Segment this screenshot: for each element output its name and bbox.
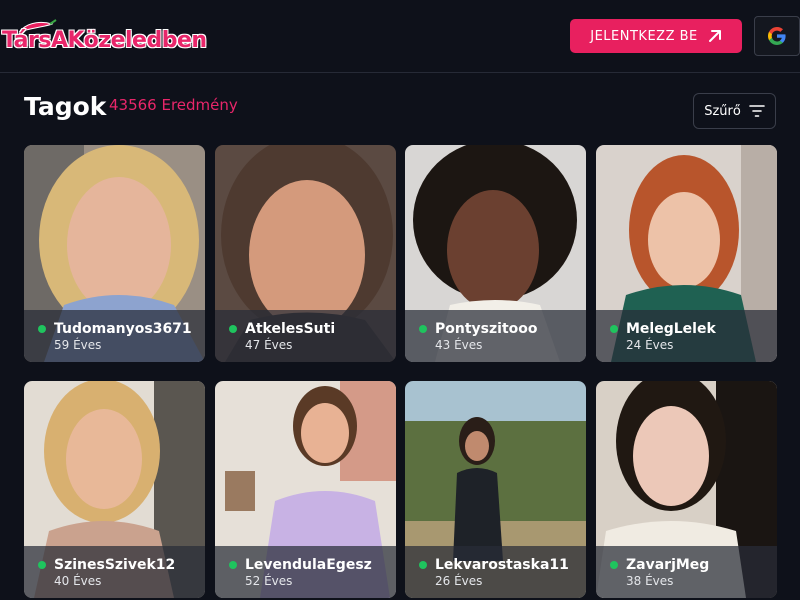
- member-card[interactable]: SzinesSzivek12 40 Éves: [24, 381, 205, 598]
- member-name: SzinesSzivek12: [54, 557, 176, 573]
- member-age: 38 Éves: [626, 574, 674, 588]
- member-name: AtkelesSuti: [245, 321, 336, 337]
- member-name: LevendulaEgesz: [245, 557, 372, 573]
- filter-label: Szűrő: [704, 103, 741, 119]
- arrow-up-right-icon: [708, 30, 721, 42]
- member-age: 24 Éves: [626, 338, 674, 352]
- filter-button[interactable]: Szűrő: [693, 93, 776, 129]
- member-name: ZavarjMeg: [626, 557, 710, 573]
- google-icon: [768, 27, 786, 45]
- online-status-dot: [229, 561, 237, 569]
- online-status-dot: [610, 325, 618, 333]
- member-age: 40 Éves: [54, 574, 102, 588]
- online-status-dot: [419, 561, 427, 569]
- member-age: 26 Éves: [435, 574, 483, 588]
- online-status-dot: [38, 561, 46, 569]
- online-status-dot: [419, 325, 427, 333]
- member-age: 43 Éves: [435, 338, 483, 352]
- member-age: 52 Éves: [245, 574, 293, 588]
- member-name: MelegLelek: [626, 321, 716, 337]
- logo-text: TársAKözeledben: [2, 28, 208, 54]
- member-card[interactable]: Tudomanyos3671 59 Éves: [24, 145, 205, 362]
- online-status-dot: [229, 325, 237, 333]
- member-age: 59 Éves: [54, 338, 102, 352]
- page-title: Tagok: [24, 92, 107, 121]
- member-age: 47 Éves: [245, 338, 293, 352]
- site-logo[interactable]: TársAKözeledben: [0, 18, 208, 60]
- member-card[interactable]: MelegLelek 24 Éves: [596, 145, 777, 362]
- google-login-button[interactable]: [754, 16, 800, 56]
- member-name: Lekvarostaska11: [435, 557, 569, 573]
- login-button[interactable]: JELENTKEZZ BE: [570, 19, 742, 53]
- member-card[interactable]: LevendulaEgesz 52 Éves: [215, 381, 396, 598]
- online-status-dot: [610, 561, 618, 569]
- online-status-dot: [38, 325, 46, 333]
- result-count: 43566 Eredmény: [109, 96, 238, 114]
- member-card[interactable]: AtkelesSuti 47 Éves: [215, 145, 396, 362]
- member-card[interactable]: Pontyszitooo 43 Éves: [405, 145, 586, 362]
- filter-lines-icon: [749, 105, 765, 117]
- member-name: Tudomanyos3671: [54, 321, 192, 337]
- top-header: TársAKözeledben JELENTKEZZ BE: [0, 0, 800, 73]
- login-label: JELENTKEZZ BE: [590, 28, 698, 44]
- member-card[interactable]: Lekvarostaska11 26 Éves: [405, 381, 586, 598]
- member-name: Pontyszitooo: [435, 321, 538, 337]
- member-card[interactable]: ZavarjMeg 38 Éves: [596, 381, 777, 598]
